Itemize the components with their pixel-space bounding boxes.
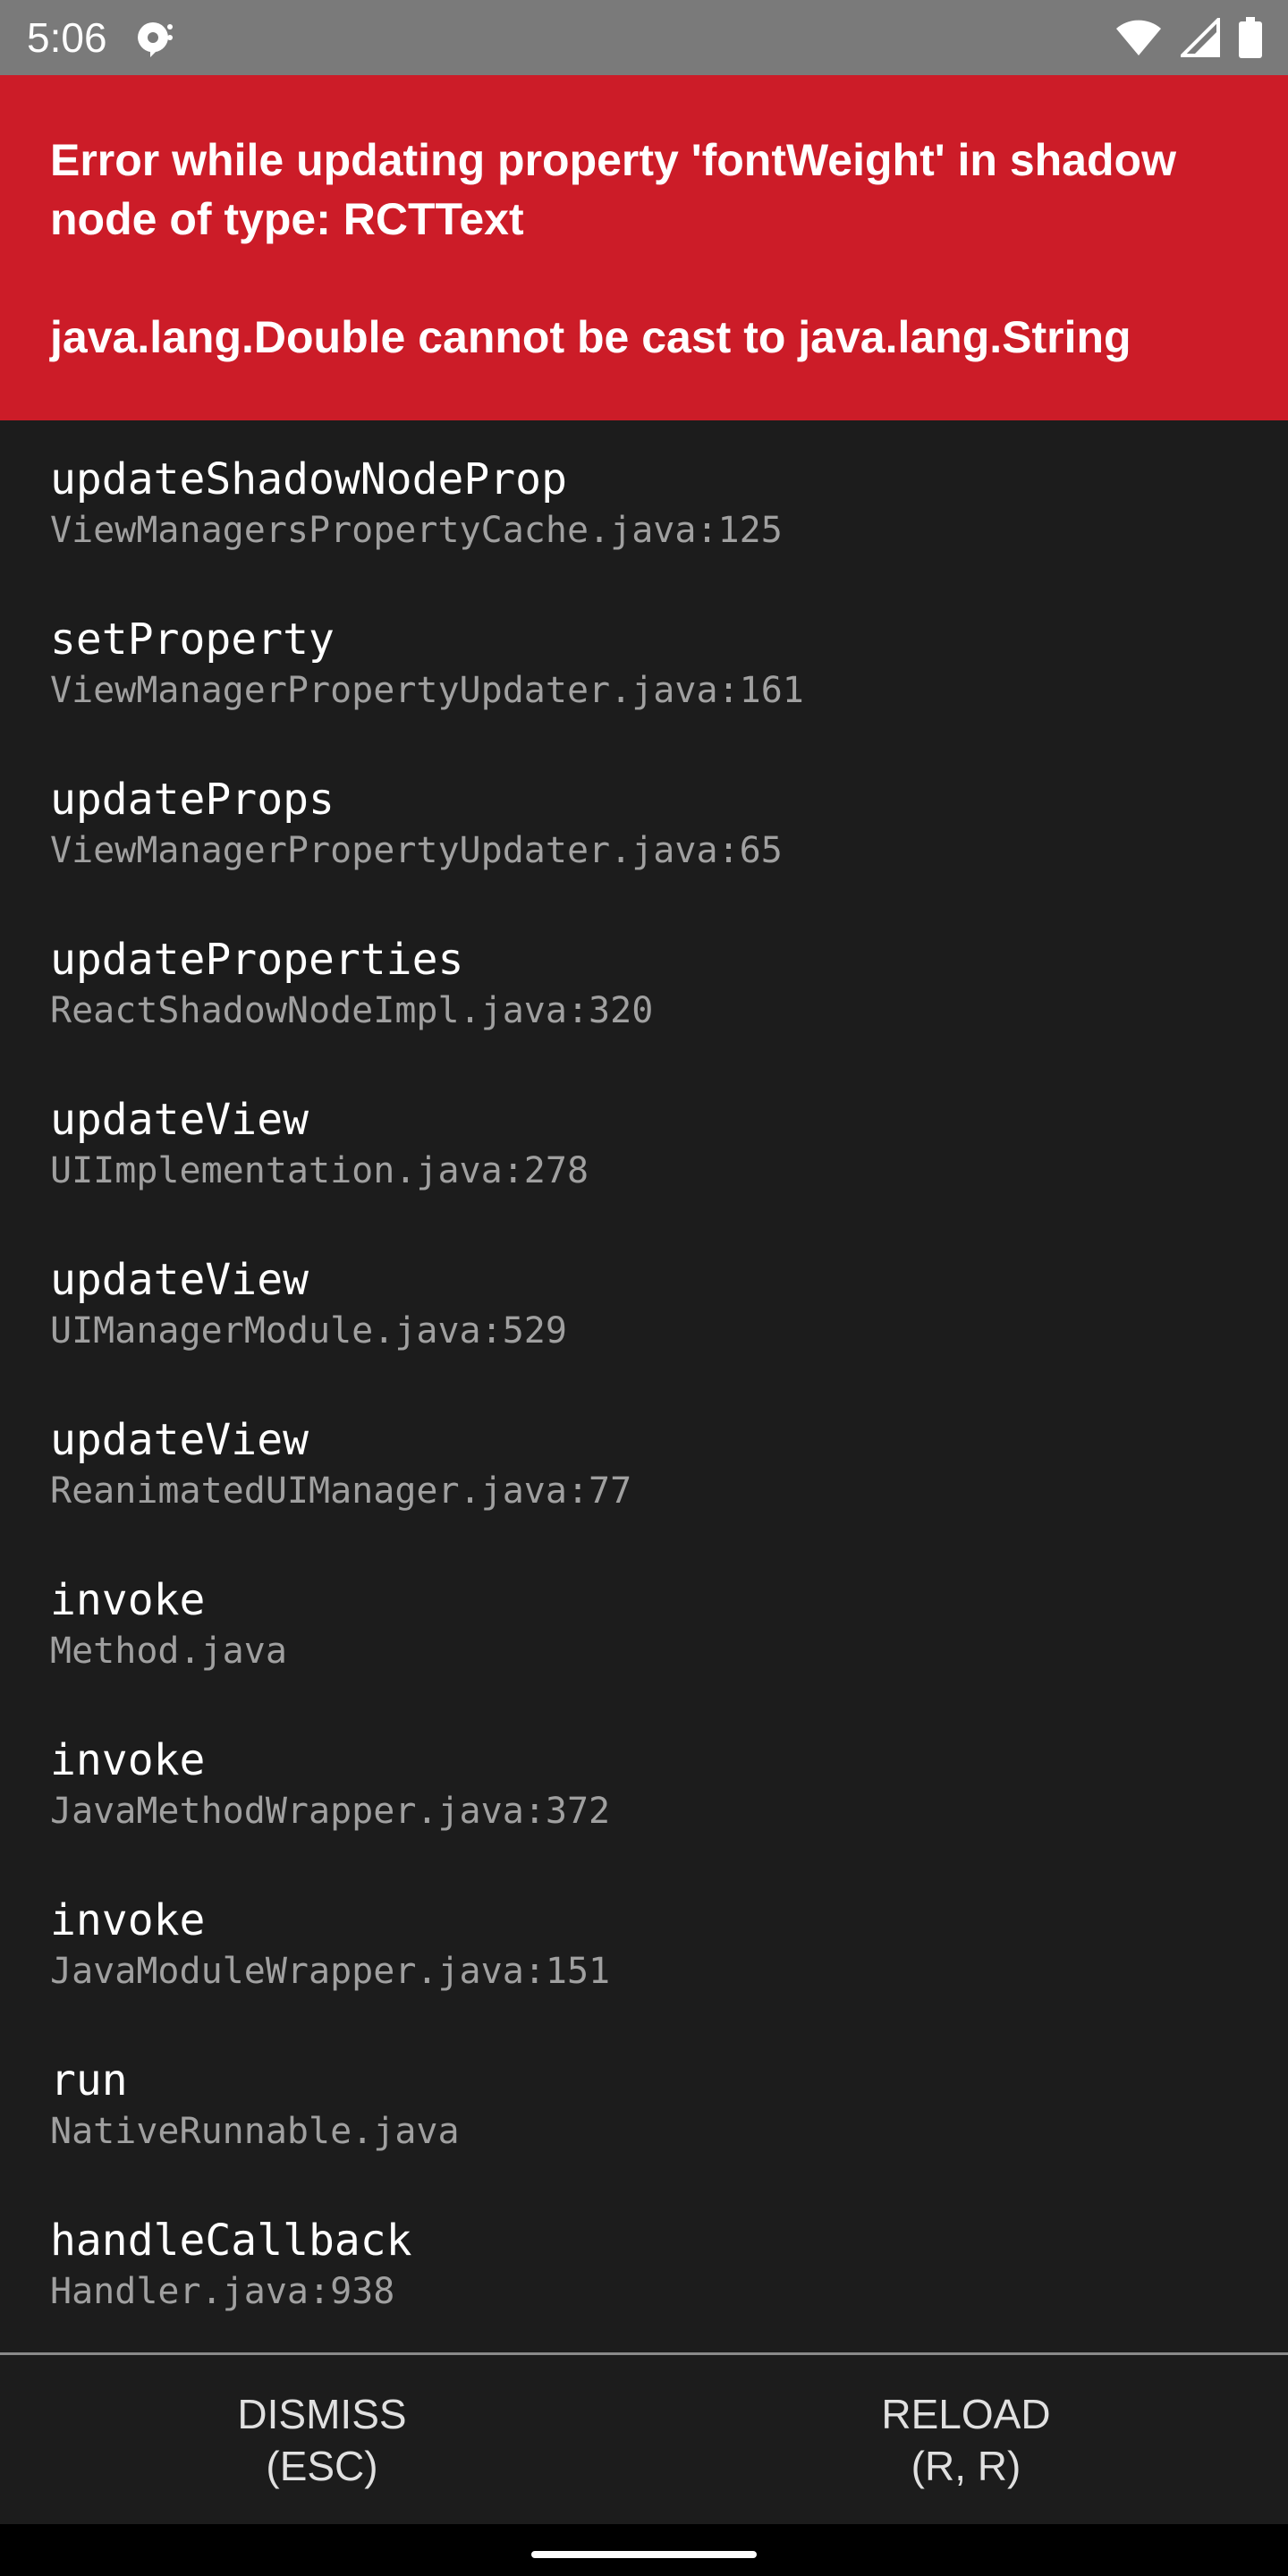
reload-button-label: RELOAD <box>881 2390 1051 2437</box>
stack-frame[interactable]: updateView UIImplementation.java:278 <box>50 1093 1240 1195</box>
stack-frame[interactable]: run NativeRunnable.java <box>50 2054 1240 2156</box>
stack-frame[interactable]: updateProps ViewManagerPropertyUpdater.j… <box>50 773 1240 875</box>
stack-frame[interactable]: updateView ReanimatedUIManager.java:77 <box>50 1413 1240 1515</box>
dismiss-button-label: DISMISS <box>237 2390 407 2437</box>
stack-frame[interactable]: updateView UIManagerModule.java:529 <box>50 1253 1240 1355</box>
stack-frame-method: handleCallback <box>50 2216 412 2266</box>
stack-frame-method: updateView <box>50 1095 309 1145</box>
navigation-bar <box>0 2524 1288 2576</box>
stack-frame-method: setProperty <box>50 614 335 665</box>
action-button-bar: DISMISS (ESC) RELOAD (R, R) <box>0 2352 1288 2524</box>
stack-frame-method: updateProperties <box>50 935 464 985</box>
wifi-icon <box>1116 20 1161 55</box>
error-message-line-2: node of type: RCTText <box>50 194 524 244</box>
stack-frame-method: updateView <box>50 1255 309 1305</box>
dismiss-button-shortcut: (ESC) <box>266 2442 378 2489</box>
stack-frame-method: invoke <box>50 1895 206 1945</box>
stack-frame-file: UIImplementation.java:278 <box>50 1150 589 1191</box>
stack-frame-file: Handler.java:938 <box>50 2271 395 2312</box>
stack-frame[interactable]: invoke Method.java <box>50 1573 1240 1675</box>
status-bar: 5:06 <box>0 0 1288 75</box>
signal-icon <box>1181 18 1220 57</box>
stack-frame-file: UIManagerModule.java:529 <box>50 1310 567 1352</box>
stack-frame-method: updateView <box>50 1415 309 1465</box>
reload-button[interactable]: RELOAD (R, R) <box>644 2355 1288 2524</box>
redbox-error-screen: 5:06 Error while updating property 'font… <box>0 0 1288 2576</box>
home-gesture-handle[interactable] <box>531 2551 757 2558</box>
error-banner: Error while updating property 'fontWeigh… <box>0 75 1288 420</box>
stack-trace-list[interactable]: updateShadowNodeProp ViewManagersPropert… <box>0 420 1288 2352</box>
stack-frame-file: ViewManagerPropertyUpdater.java:161 <box>50 670 804 711</box>
stack-frame-file: JavaModuleWrapper.java:151 <box>50 1951 611 1992</box>
stack-frame[interactable]: updateShadowNodeProp ViewManagersPropert… <box>50 453 1240 555</box>
stack-frame-method: updateProps <box>50 775 335 825</box>
reload-button-shortcut: (R, R) <box>911 2442 1021 2489</box>
stack-frame-method: updateShadowNodeProp <box>50 454 567 504</box>
stack-frame-file: Method.java <box>50 1631 287 1672</box>
stack-frame-file: ViewManagersPropertyCache.java:125 <box>50 510 783 551</box>
stack-frame-method: invoke <box>50 1575 206 1625</box>
stack-frame[interactable]: invoke JavaModuleWrapper.java:151 <box>50 1894 1240 1996</box>
stack-frame-method: invoke <box>50 1735 206 1785</box>
status-icons <box>1114 14 1263 61</box>
stack-frame-file: NativeRunnable.java <box>50 2111 460 2152</box>
stack-frame[interactable]: handleCallback Handler.java:938 <box>50 2214 1240 2316</box>
stack-frame[interactable]: updateProperties ReactShadowNodeImpl.jav… <box>50 933 1240 1035</box>
stack-frame-method: run <box>50 2055 128 2106</box>
status-time: 5:06 <box>27 14 107 61</box>
stack-frame[interactable]: setProperty ViewManagerPropertyUpdater.j… <box>50 613 1240 715</box>
stack-frame-file: ReactShadowNodeImpl.java:320 <box>50 990 654 1031</box>
battery-icon <box>1239 17 1262 58</box>
stack-frame[interactable]: invoke JavaMethodWrapper.java:372 <box>50 1733 1240 1835</box>
notification-icon <box>138 22 173 57</box>
dismiss-button[interactable]: DISMISS (ESC) <box>0 2355 644 2524</box>
stack-frame-file: ViewManagerPropertyUpdater.java:65 <box>50 830 783 871</box>
stack-frame-file: JavaMethodWrapper.java:372 <box>50 1791 611 1832</box>
error-exception: java.lang.Double cannot be cast to java.… <box>50 312 1131 362</box>
error-message-line-1: Error while updating property 'fontWeigh… <box>50 135 1176 185</box>
stack-frame-file: ReanimatedUIManager.java:77 <box>50 1470 632 1512</box>
